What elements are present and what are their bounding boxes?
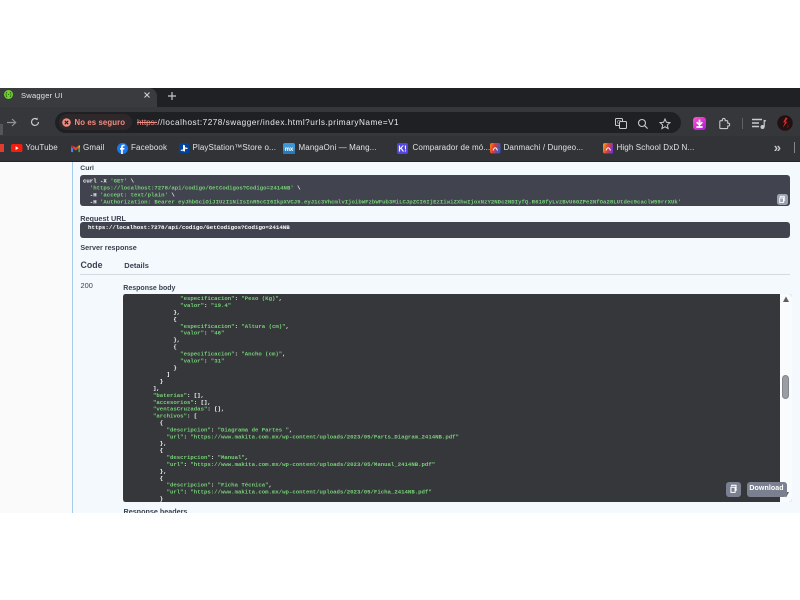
svg-text:K!: K! xyxy=(398,145,406,154)
svg-text:mx: mx xyxy=(284,147,293,153)
